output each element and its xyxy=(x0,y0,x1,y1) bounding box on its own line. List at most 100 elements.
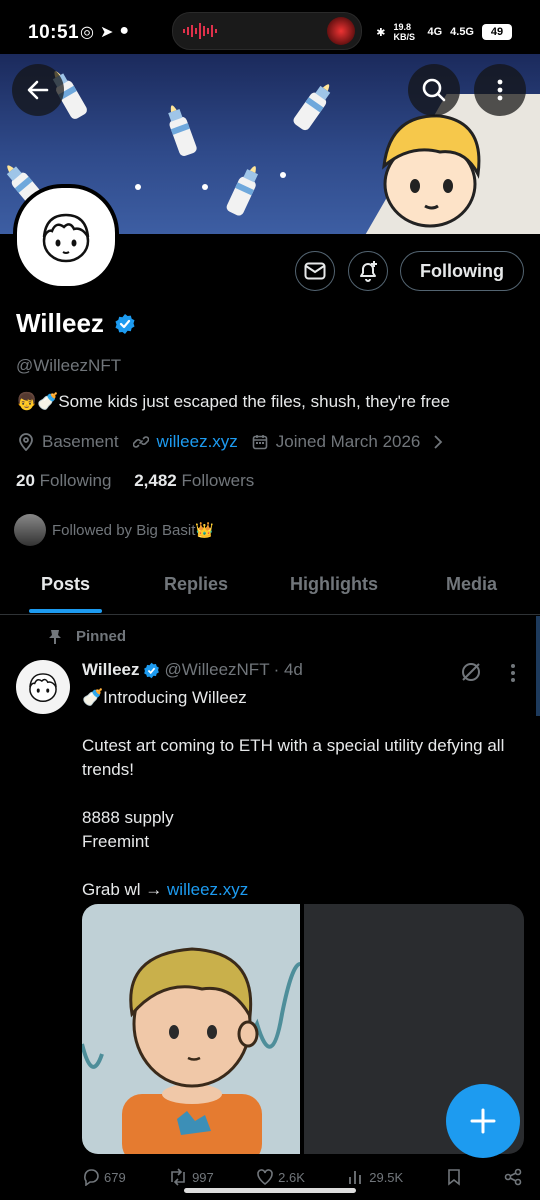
post-author-name[interactable]: Willeez xyxy=(82,660,139,680)
message-button[interactable] xyxy=(295,251,335,291)
location-pin-icon xyxy=(19,433,33,451)
star-dot xyxy=(135,184,141,190)
chevron-right-icon[interactable] xyxy=(432,434,444,450)
verified-badge-icon xyxy=(144,662,160,678)
bluetooth-icon: ✱ xyxy=(376,26,386,39)
tab-replies[interactable]: Replies xyxy=(164,574,228,595)
followers-count-link[interactable]: 2,482 Followers xyxy=(134,471,254,490)
reply-icon xyxy=(84,1169,99,1186)
status-time: 10:51 xyxy=(28,22,80,43)
profile-tabs: Posts Replies Highlights Media xyxy=(0,560,540,615)
status-notification-icons: ◎ ➤ ● xyxy=(80,22,129,42)
post-link[interactable]: willeez.xyz xyxy=(167,880,248,899)
post-image-willeez[interactable] xyxy=(82,904,300,1154)
mail-icon xyxy=(304,262,326,280)
follow-counts: 20 Following 2,482 Followers xyxy=(16,471,254,491)
banner-boy-illustration xyxy=(382,114,481,228)
star-dot xyxy=(280,172,286,178)
battery-icon: 49 xyxy=(482,24,512,40)
post-author-avatar[interactable] xyxy=(16,660,70,714)
willeez-character-illustration xyxy=(82,947,300,1154)
verified-badge-icon[interactable] xyxy=(114,313,136,335)
network-4g: 4G xyxy=(427,26,443,38)
notify-button[interactable] xyxy=(348,251,388,291)
follower-avatar xyxy=(14,514,46,546)
views-count: 29.5K xyxy=(369,1169,404,1185)
avatar-face-illustration xyxy=(42,213,90,263)
following-label: Following xyxy=(39,471,112,490)
post-line: 8888 supply xyxy=(82,808,174,827)
compose-post-button[interactable] xyxy=(446,1084,520,1158)
baby-bottle-icon xyxy=(293,84,331,131)
tab-highlights[interactable]: Highlights xyxy=(290,574,378,595)
profile-joined-date: Joined March 2026 xyxy=(275,432,421,451)
pinned-label-row: Pinned xyxy=(48,628,126,645)
followed-by-text: Followed by Big Basit👑 xyxy=(52,522,215,539)
chat-icon: ● xyxy=(119,22,130,39)
bookmark-icon xyxy=(447,1169,460,1186)
calendar-icon xyxy=(252,435,268,450)
repost-count: 997 xyxy=(192,1169,214,1185)
following-button[interactable]: Following xyxy=(400,251,524,291)
post-line: Grab wl → xyxy=(82,880,168,899)
more-vertical-icon xyxy=(497,79,503,101)
telegram-icon: ➤ xyxy=(99,24,114,41)
avatar-face-illustration xyxy=(29,673,57,702)
gesture-home-bar[interactable] xyxy=(184,1188,356,1193)
back-arrow-icon xyxy=(27,80,49,100)
grok-icon[interactable] xyxy=(459,660,483,684)
reply-action[interactable]: 679 xyxy=(82,1168,126,1186)
now-playing-artwork xyxy=(327,17,355,45)
more-options-button[interactable] xyxy=(474,64,526,116)
share-icon xyxy=(504,1168,522,1186)
post-more-icon[interactable] xyxy=(504,662,522,684)
profile-name: Willeez xyxy=(16,308,104,338)
star-dot xyxy=(202,184,208,190)
search-button[interactable] xyxy=(408,64,460,116)
status-bar: 10:51 ◎ ➤ ● ✱ 19.8 KB/S 4G 4.5G 49 xyxy=(0,0,540,54)
status-right: ✱ 19.8 KB/S 4G 4.5G 49 xyxy=(376,22,512,42)
bookmark-action[interactable] xyxy=(446,1168,462,1186)
post-line: 🍼Introducing Willeez xyxy=(82,688,247,707)
profile-name-row: Willeez xyxy=(16,308,136,339)
tab-media[interactable]: Media xyxy=(446,574,497,595)
profile-handle: @WilleezNFT xyxy=(16,356,122,375)
baby-bottle-icon xyxy=(168,105,197,156)
pin-icon xyxy=(49,629,61,644)
network-4-5g: 4.5G xyxy=(450,26,474,38)
profile-website-link[interactable]: willeez.xyz xyxy=(157,432,238,452)
pinned-label: Pinned xyxy=(76,628,127,645)
repost-action[interactable]: 997 xyxy=(168,1168,214,1186)
scroll-indicator xyxy=(536,616,540,716)
dynamic-island[interactable] xyxy=(172,12,362,50)
followers-count: 2,482 xyxy=(134,471,177,490)
tab-posts[interactable]: Posts xyxy=(41,574,90,595)
followers-label: Followers xyxy=(181,471,255,490)
like-action[interactable]: 2.6K xyxy=(256,1168,305,1186)
active-tab-indicator xyxy=(29,609,102,613)
following-count: 20 xyxy=(16,471,35,490)
whatsapp-icon: ◎ xyxy=(80,24,94,41)
plus-icon xyxy=(470,1108,496,1134)
reply-count: 679 xyxy=(104,1169,126,1185)
post-line: Cutest art coming to ETH with a special … xyxy=(82,736,505,779)
profile-location: Basement xyxy=(42,432,119,451)
audio-wave-icon xyxy=(183,23,217,39)
share-action[interactable] xyxy=(504,1168,522,1186)
post-line: Freemint xyxy=(82,832,150,851)
views-action[interactable]: 29.5K xyxy=(347,1168,403,1186)
baby-bottle-icon xyxy=(226,166,259,216)
post-author-handle: @WilleezNFT xyxy=(164,660,270,679)
profile-meta: Basement willeez.xyz Joined March 2026 xyxy=(18,432,444,452)
post-actions: 679 997 2.6K 29.5K xyxy=(82,1168,522,1186)
post-age: · 4d xyxy=(273,660,303,679)
followed-by-row[interactable]: Followed by Big Basit👑 xyxy=(14,514,214,546)
repost-icon xyxy=(171,1168,185,1186)
heart-icon xyxy=(257,1169,273,1185)
net-speed: 19.8 KB/S xyxy=(393,22,415,42)
profile-avatar[interactable] xyxy=(13,184,119,290)
back-button[interactable] xyxy=(12,64,64,116)
post-text: 🍼Introducing Willeez Cutest art coming t… xyxy=(82,686,522,902)
following-count-link[interactable]: 20 Following xyxy=(16,471,111,490)
search-icon xyxy=(422,78,446,102)
